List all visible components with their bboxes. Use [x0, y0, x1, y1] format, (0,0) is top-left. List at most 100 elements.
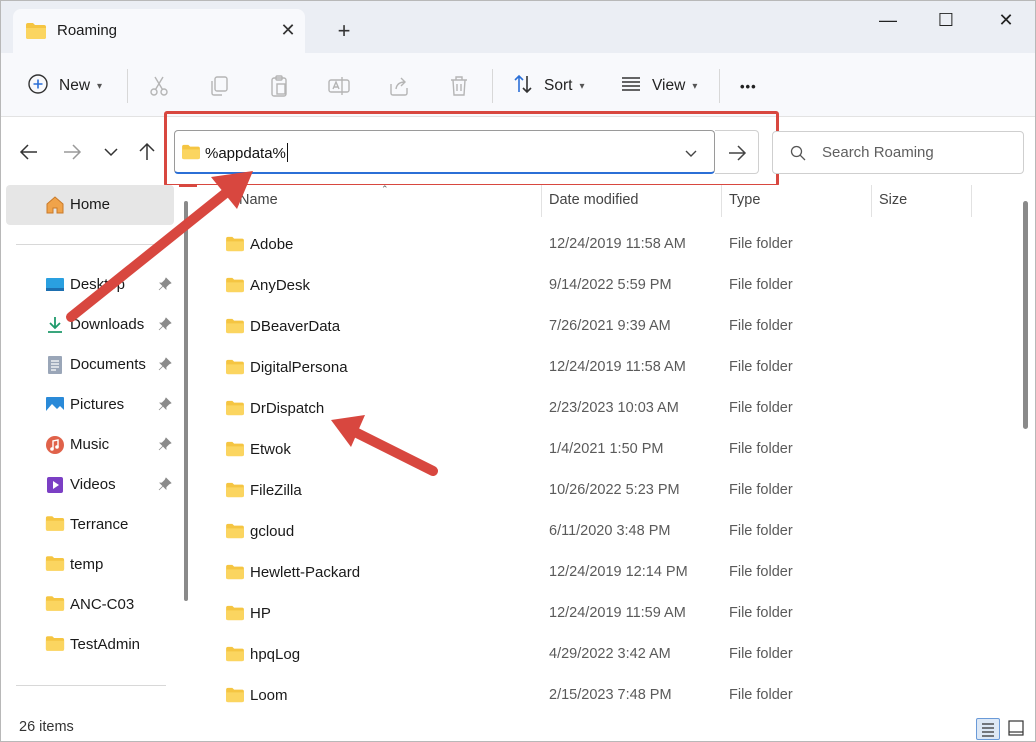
pin-icon — [158, 477, 172, 495]
pin-icon — [158, 357, 172, 375]
column-divider[interactable] — [541, 185, 542, 217]
sidebar-scrollbar[interactable] — [184, 201, 188, 601]
table-row[interactable]: HP 12/24/2019 11:59 AM File folder — [197, 592, 1017, 633]
delete-icon[interactable] — [447, 74, 471, 98]
new-button[interactable]: New ▾ — [27, 71, 102, 101]
cut-icon[interactable] — [147, 74, 171, 98]
folder-icon — [225, 318, 245, 338]
folder-icon — [45, 515, 65, 535]
sidebar-item-label: Home — [70, 196, 111, 213]
row-name: HP — [250, 605, 271, 622]
details-view-icon[interactable] — [976, 718, 1000, 740]
tab-roaming[interactable]: Roaming ✕ — [13, 9, 305, 53]
see-more-button[interactable]: ••• — [740, 71, 757, 101]
row-type: File folder — [729, 687, 793, 703]
table-row[interactable]: DBeaverData 7/26/2021 9:39 AM File folde… — [197, 305, 1017, 346]
row-date: 2/15/2023 7:48 PM — [549, 687, 672, 703]
sidebar-item-label: Documents — [70, 356, 146, 373]
close-tab-button[interactable]: ✕ — [277, 19, 299, 41]
paste-icon[interactable] — [267, 74, 291, 98]
downloads-icon — [45, 315, 65, 335]
sidebar-item-videos[interactable]: Videos — [1, 465, 179, 505]
file-list: Name ⌃ Date modified Type Size Adobe 12/… — [197, 184, 1017, 709]
search-box[interactable]: Search Roaming — [772, 131, 1024, 174]
up-arrow-icon[interactable] — [136, 141, 158, 163]
table-row[interactable]: DigitalPersona 12/24/2019 11:58 AM File … — [197, 346, 1017, 387]
toolbar-divider — [127, 69, 128, 103]
column-header-name[interactable]: Name — [239, 192, 278, 208]
column-header-date-modified[interactable]: Date modified — [549, 192, 638, 208]
folder-icon — [25, 22, 47, 44]
column-divider[interactable] — [721, 185, 722, 217]
row-name: Loom — [250, 687, 288, 704]
table-row[interactable]: DrDispatch 2/23/2023 10:03 AM File folde… — [197, 387, 1017, 428]
pictures-icon — [45, 395, 65, 415]
column-header-size[interactable]: Size — [879, 192, 907, 208]
sidebar-item-testadmin[interactable]: TestAdmin — [1, 625, 179, 665]
desktop-icon — [45, 275, 65, 295]
toolbar-divider — [492, 69, 493, 103]
table-row[interactable]: gcloud 6/11/2020 3:48 PM File folder — [197, 510, 1017, 551]
share-icon[interactable] — [387, 74, 411, 98]
sidebar-item-temp[interactable]: temp — [1, 545, 179, 585]
row-type: File folder — [729, 400, 793, 416]
row-type: File folder — [729, 236, 793, 252]
row-type: File folder — [729, 646, 793, 662]
sidebar-item-home[interactable]: Home — [6, 185, 174, 225]
chevron-down-icon: ▾ — [579, 80, 585, 92]
folder-icon — [45, 555, 65, 575]
tiles-view-icon[interactable] — [1005, 718, 1029, 740]
rename-icon[interactable] — [327, 74, 351, 98]
view-button[interactable]: View ▾ — [620, 71, 697, 101]
row-name: DigitalPersona — [250, 359, 348, 376]
pin-icon — [158, 437, 172, 455]
sidebar-item-desktop[interactable]: Desktop — [1, 265, 179, 305]
row-date: 2/23/2023 10:03 AM — [549, 400, 679, 416]
row-date: 10/26/2022 5:23 PM — [549, 482, 680, 498]
column-divider[interactable] — [971, 185, 972, 217]
recent-locations-chevron-icon[interactable] — [100, 141, 122, 163]
sidebar-item-label: Downloads — [70, 316, 145, 333]
row-name: DBeaverData — [250, 318, 341, 335]
sidebar-item-label: Videos — [70, 476, 116, 493]
minimize-button[interactable]: — — [865, 9, 911, 33]
file-list-scrollbar[interactable] — [1023, 201, 1028, 429]
row-type: File folder — [729, 523, 793, 539]
close-window-button[interactable]: ✕ — [983, 9, 1029, 33]
search-icon — [790, 145, 806, 161]
table-row[interactable]: Hewlett-Packard 12/24/2019 12:14 PM File… — [197, 551, 1017, 592]
sidebar-item-documents[interactable]: Documents — [1, 345, 179, 385]
new-tab-button[interactable]: + — [331, 19, 357, 45]
table-row[interactable]: FileZilla 10/26/2022 5:23 PM File folder — [197, 469, 1017, 510]
folder-icon — [225, 646, 245, 666]
back-arrow-icon[interactable] — [18, 141, 40, 163]
search-placeholder: Search Roaming — [822, 144, 934, 161]
plus-circle-icon — [27, 73, 49, 99]
table-row[interactable]: Etwok 1/4/2021 1:50 PM File folder — [197, 428, 1017, 469]
sidebar-item-anc-c03[interactable]: ANC-C03 — [1, 585, 179, 625]
navigation-pane: Home Desktop Downloads Documents Picture… — [1, 185, 179, 709]
maximize-button[interactable]: ☐ — [923, 9, 969, 33]
chevron-down-icon: ▾ — [692, 80, 698, 92]
copy-icon[interactable] — [207, 74, 231, 98]
sidebar-item-downloads[interactable]: Downloads — [1, 305, 179, 345]
column-header-type[interactable]: Type — [729, 192, 760, 208]
forward-arrow-icon[interactable] — [61, 141, 83, 163]
row-name: hpqLog — [250, 646, 301, 663]
home-icon — [44, 194, 66, 220]
table-row[interactable]: Adobe 12/24/2019 11:58 AM File folder — [197, 223, 1017, 264]
title-bar: Roaming ✕ + — ☐ ✕ — [1, 1, 1035, 53]
sidebar-item-terrance[interactable]: Terrance — [1, 505, 179, 545]
sidebar-item-music[interactable]: Music — [1, 425, 179, 465]
sidebar-item-label: Desktop — [70, 276, 126, 293]
column-divider[interactable] — [871, 185, 872, 217]
folder-icon — [225, 277, 245, 297]
table-row[interactable]: AnyDesk 9/14/2022 5:59 PM File folder — [197, 264, 1017, 305]
row-type: File folder — [729, 359, 793, 375]
sidebar-item-pictures[interactable]: Pictures — [1, 385, 179, 425]
videos-icon — [45, 475, 65, 495]
table-row[interactable]: hpqLog 4/29/2022 3:42 AM File folder — [197, 633, 1017, 674]
sort-button[interactable]: Sort ▾ — [512, 71, 584, 101]
documents-icon — [45, 355, 65, 375]
row-name: FileZilla — [250, 482, 302, 499]
